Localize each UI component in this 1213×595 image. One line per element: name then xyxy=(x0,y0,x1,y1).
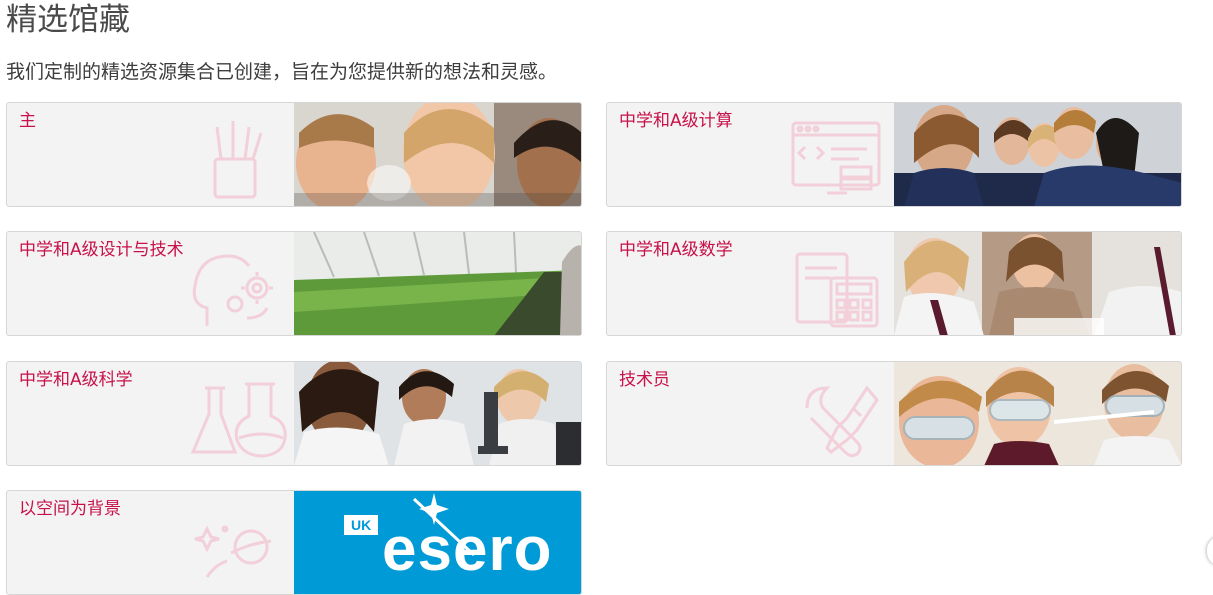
collection-label: 中学和A级科学 xyxy=(19,370,133,390)
esero-logo: UK esero xyxy=(294,491,581,594)
calculator-icon xyxy=(795,252,879,328)
collection-label: 主 xyxy=(19,111,36,131)
lab-flasks-icon xyxy=(190,382,287,458)
collection-card-space[interactable]: 以空间为背景 UK esero xyxy=(6,490,582,595)
page-subtitle: 我们定制的精选资源集合已创建，旨在为您提供新的想法和灵感。 xyxy=(6,61,558,83)
head-gears-icon xyxy=(192,254,273,326)
students-maths-photo xyxy=(894,232,1181,335)
collection-card-design-technology[interactable]: 中学和A级设计与技术 xyxy=(6,231,582,336)
art-supplies-icon xyxy=(213,121,263,199)
esero-wordmark: esero xyxy=(382,515,553,584)
collection-card-maths[interactable]: 中学和A级数学 xyxy=(606,231,1182,336)
collection-label: 以空间为背景 xyxy=(19,499,121,519)
collection-card-computing[interactable]: 中学和A级计算 xyxy=(606,102,1182,207)
chat-widget-tab[interactable] xyxy=(1207,536,1213,566)
collection-card-primary[interactable]: 主 xyxy=(6,102,582,207)
goggles-students-photo xyxy=(894,362,1181,465)
collection-label: 中学和A级计算 xyxy=(619,111,733,131)
tools-icon xyxy=(805,385,879,458)
collection-label: 中学和A级设计与技术 xyxy=(19,240,184,260)
space-planet-icon xyxy=(194,525,272,578)
collection-card-technicians[interactable]: 技术员 xyxy=(606,361,1182,466)
page-title: 精选馆藏 xyxy=(6,2,130,38)
students-classroom-photo xyxy=(894,103,1181,206)
greenhouse-photo xyxy=(294,232,581,335)
children-experiment-photo xyxy=(294,103,581,206)
science-lab-photo xyxy=(294,362,581,465)
esero-uk-badge: UK xyxy=(344,515,379,535)
collection-label: 中学和A级数学 xyxy=(619,240,733,260)
collection-label: 技术员 xyxy=(619,370,670,390)
computer-code-icon xyxy=(791,121,881,195)
collection-card-science[interactable]: 中学和A级科学 xyxy=(6,361,582,466)
